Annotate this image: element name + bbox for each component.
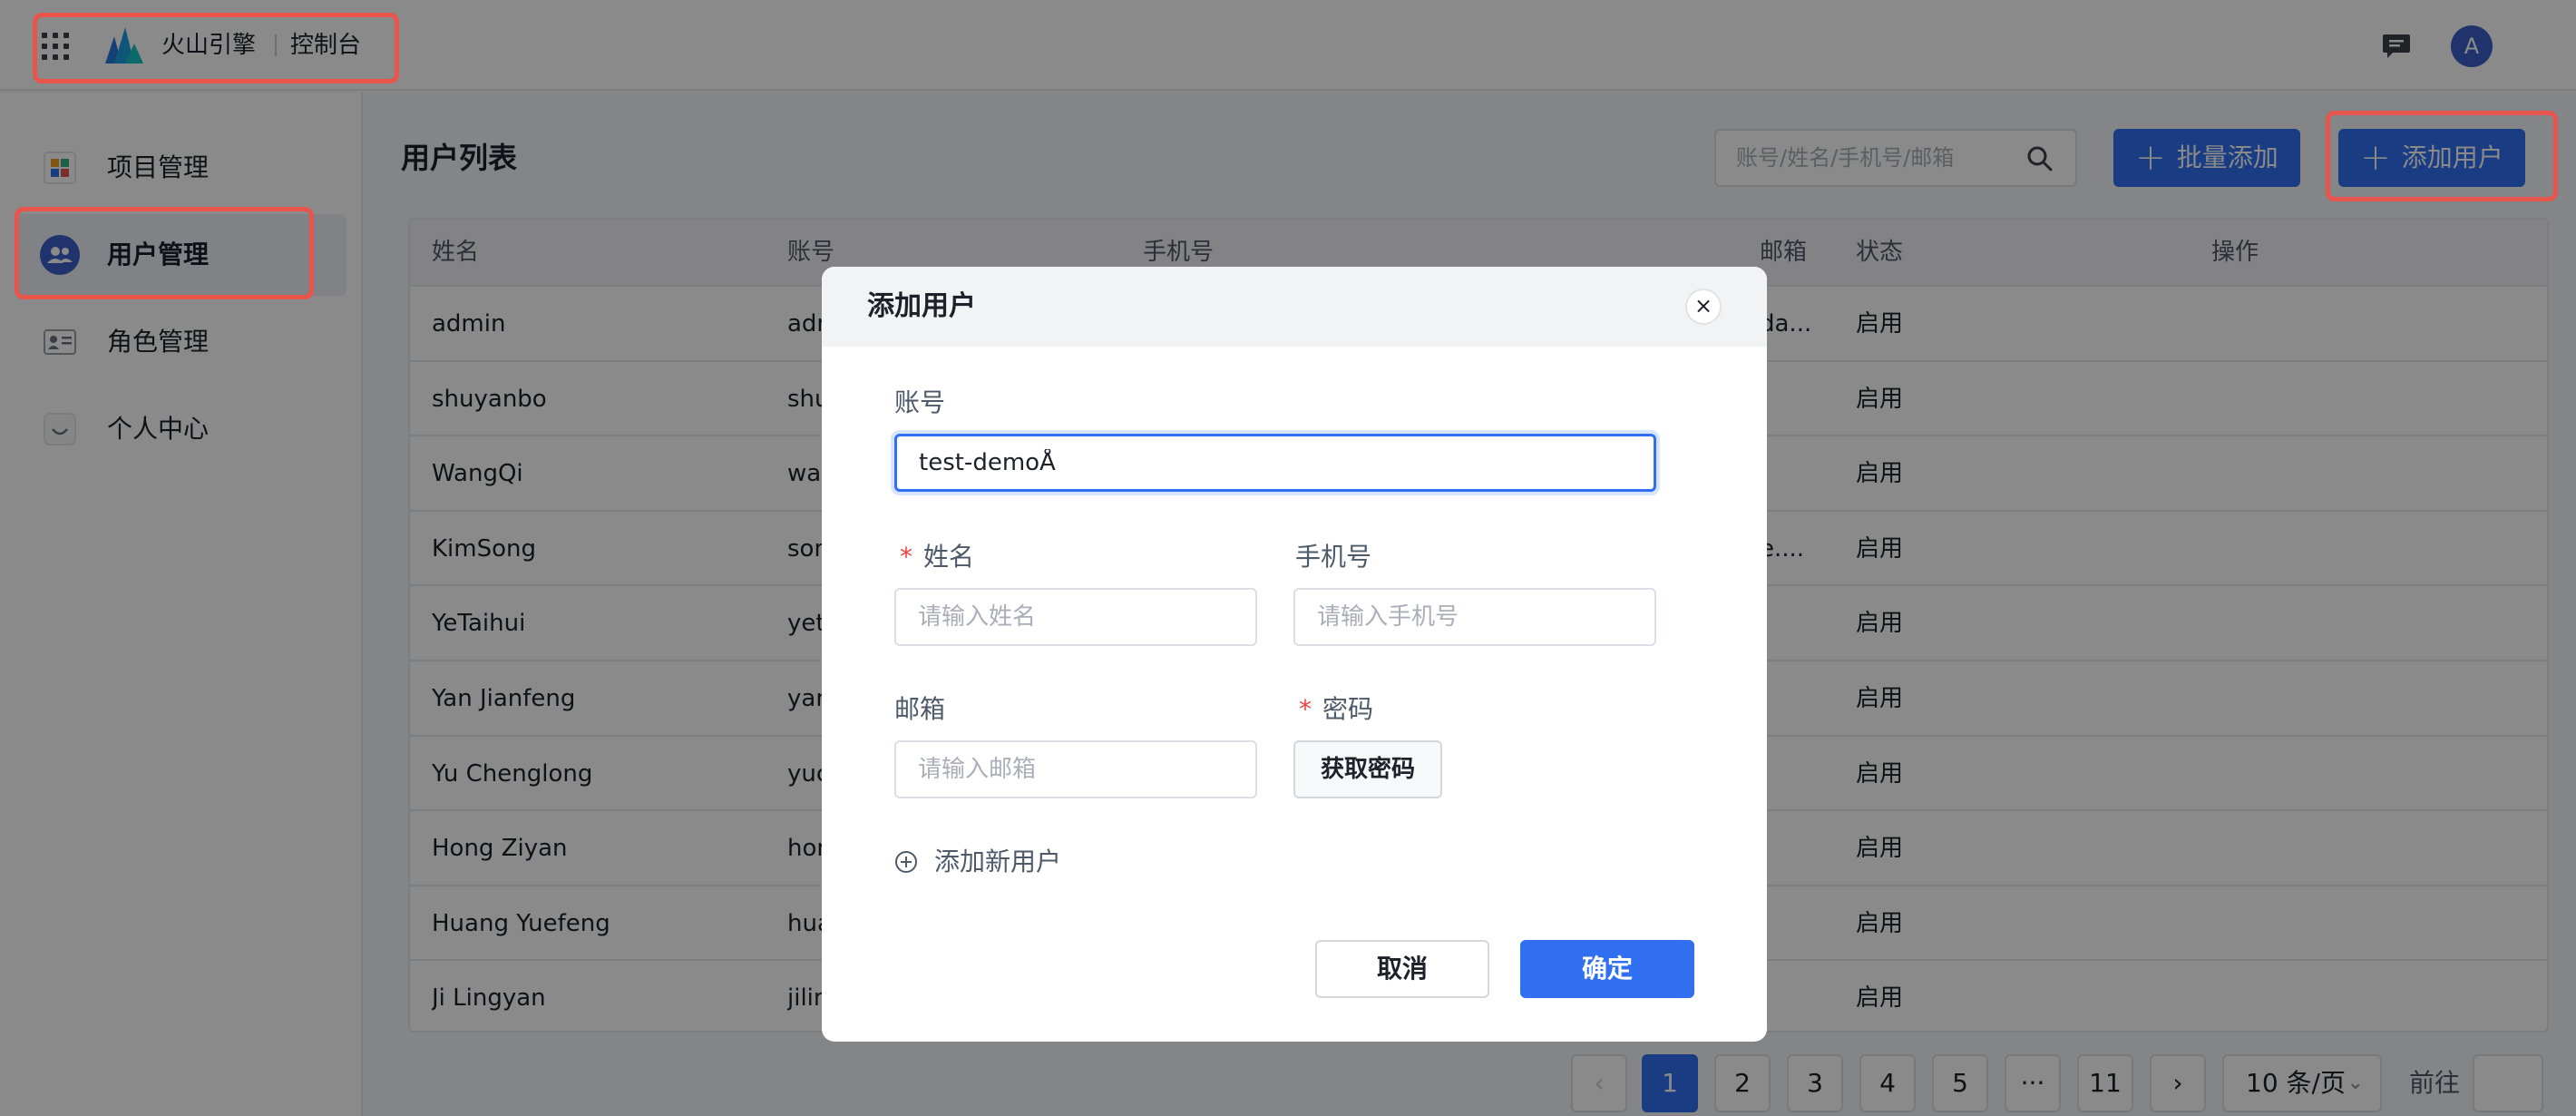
confirm-button[interactable]: 确定 <box>1520 940 1694 998</box>
dialog-title: 添加用户 <box>867 290 976 322</box>
email-label: 邮箱 <box>894 694 946 724</box>
phone-input[interactable] <box>1293 588 1656 646</box>
name-label: * 姓名 <box>900 539 974 575</box>
password-label-text: 密码 <box>1322 694 1374 724</box>
highlight-brand-area <box>33 13 399 83</box>
highlight-user-management <box>15 207 314 299</box>
email-input[interactable] <box>894 740 1257 798</box>
add-new-user-label: 添加新用户 <box>934 847 1062 876</box>
name-input[interactable] <box>894 588 1257 646</box>
cancel-button[interactable]: 取消 <box>1315 940 1489 998</box>
close-icon[interactable]: × <box>1685 289 1722 325</box>
account-label: 账号 <box>894 387 946 417</box>
plus-circle-icon <box>895 851 917 873</box>
phone-label: 手机号 <box>1295 542 1372 572</box>
password-label: * 密码 <box>1299 691 1373 728</box>
account-input[interactable] <box>894 434 1656 492</box>
required-mark: * <box>1299 694 1312 724</box>
name-label-text: 姓名 <box>923 542 975 572</box>
dialog-header: 添加用户 × <box>822 267 1767 347</box>
highlight-add-user-button <box>2326 111 2558 201</box>
get-password-button[interactable]: 获取密码 <box>1293 740 1442 798</box>
add-user-dialog: 添加用户 × 账号 * 姓名 手机号 邮箱 * 密码 获取密码 添加新用户 取消 确… <box>822 267 1767 1042</box>
required-mark: * <box>900 542 912 572</box>
